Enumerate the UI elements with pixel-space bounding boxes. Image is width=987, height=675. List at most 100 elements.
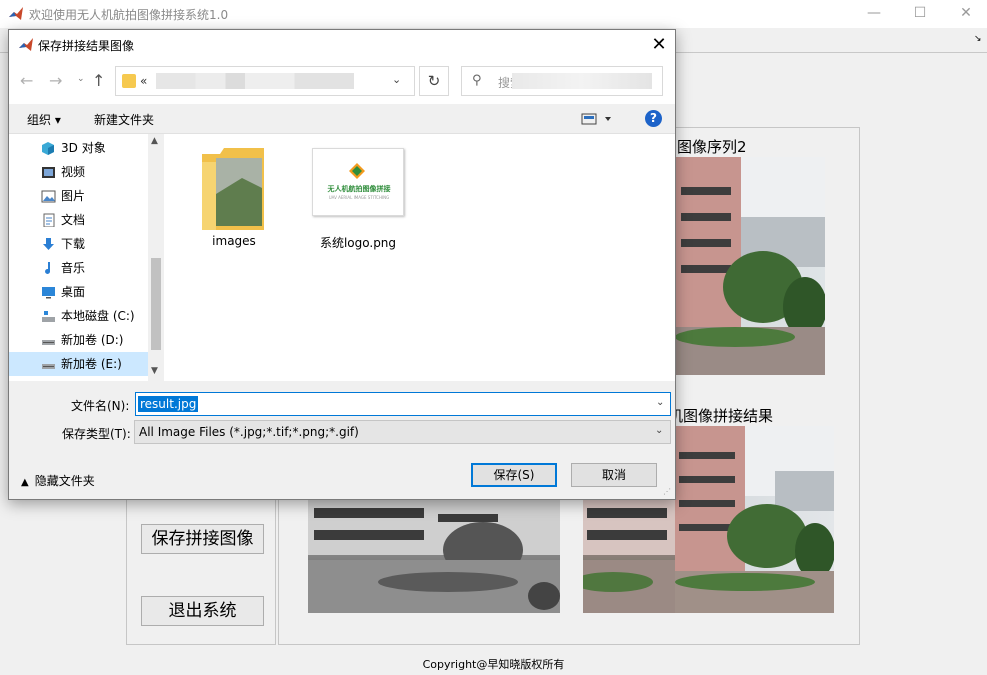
- tree-item-label: 新加卷 (D:): [61, 333, 124, 347]
- filetype-select[interactable]: All Image Files (*.jpg;*.tif;*.png;*.gif…: [134, 420, 671, 444]
- new-folder-button[interactable]: 新建文件夹: [94, 111, 154, 128]
- dialog-title: 保存拼接结果图像: [38, 39, 135, 53]
- navigation-tree: 3D 对象视频图片文档下载音乐桌面本地磁盘 (C:) 新加卷 (D:) 新加卷 (E…: [9, 134, 164, 381]
- file-list: images 无人机航拍图像拼接 UAV AERIAL IMAGE STITCH…: [164, 134, 675, 381]
- tree-item-label: 文档: [61, 213, 86, 227]
- tree-item-label: 视频: [61, 165, 86, 179]
- tree-item-label: 本地磁盘 (C:): [61, 309, 135, 323]
- document-icon: [43, 213, 55, 227]
- tree-item[interactable]: 新加卷 (D:): [9, 328, 148, 352]
- copyright-text: Copyright@早知晓版权所有: [422, 658, 565, 671]
- matlab-icon: [9, 7, 23, 20]
- command-bar: 组织 ▾ 新建文件夹 ?: [9, 104, 675, 134]
- file-item-logo[interactable]: 无人机航拍图像拼接 UAV AERIAL IMAGE STITCHING 系统l…: [302, 148, 422, 250]
- search-icon: ⚲: [472, 73, 482, 88]
- save-dialog: 保存拼接结果图像 ✕ ← → ⌄ ↑ « ⌄ ↻ ⚲ 搜索 组织 ▾ 新建文件夹…: [8, 29, 676, 500]
- save-stitched-image-button[interactable]: 保存拼接图像: [141, 524, 264, 554]
- tree-item[interactable]: 本地磁盘 (C:): [9, 304, 148, 328]
- matlab-icon: [19, 38, 33, 51]
- app-titlebar: 欢迎使用无人机航拍图像拼接系统1.0 — ☐ ✕: [0, 0, 987, 28]
- scroll-thumb[interactable]: [151, 258, 161, 350]
- picture-icon: [41, 190, 56, 203]
- chevron-up-icon: ▲: [21, 477, 29, 488]
- folder-icon: [202, 148, 264, 230]
- tree-item[interactable]: 桌面: [9, 280, 148, 304]
- logo-icon: [349, 163, 365, 179]
- tree-item[interactable]: 新加卷 (E:): [9, 352, 148, 376]
- app-title: 欢迎使用无人机航拍图像拼接系统1.0: [29, 8, 229, 22]
- chevron-down-icon[interactable]: ⌄: [392, 73, 401, 86]
- image-seq2-photo: [675, 157, 825, 375]
- color-photo-bottom: [583, 500, 675, 613]
- tree-item-label: 图片: [61, 189, 86, 203]
- tree-item-label: 3D 对象: [61, 141, 106, 155]
- image-thumbnail: 无人机航拍图像拼接 UAV AERIAL IMAGE STITCHING: [312, 148, 404, 216]
- view-options-icon[interactable]: [581, 112, 615, 126]
- maximize-button[interactable]: ☐: [897, 0, 943, 28]
- drive-icon: [42, 340, 55, 345]
- filename-label: 文件名(N):: [71, 399, 130, 413]
- tree-item-label: 新加卷 (E:): [61, 357, 122, 371]
- dialog-close-button[interactable]: ✕: [643, 32, 675, 58]
- dialog-titlebar: 保存拼接结果图像 ✕: [9, 30, 675, 60]
- tree-scrollbar[interactable]: ▲ ▼: [148, 134, 164, 381]
- tree-item[interactable]: 图片: [9, 184, 148, 208]
- save-button[interactable]: 保存(S): [471, 463, 557, 487]
- hide-folders-label: 隐藏文件夹: [34, 474, 95, 488]
- stitch-result-title: 机图像拼接结果: [668, 407, 774, 425]
- tree-item[interactable]: 视频: [9, 160, 148, 184]
- tree-item[interactable]: 音乐: [9, 256, 148, 280]
- chevron-down-icon[interactable]: ⌄: [656, 397, 664, 408]
- tree-item-label: 下载: [61, 237, 86, 251]
- close-button[interactable]: ✕: [943, 0, 987, 28]
- tree-item[interactable]: 3D 对象: [9, 136, 148, 160]
- scroll-down-icon[interactable]: ▼: [151, 366, 158, 376]
- back-button[interactable]: ←: [20, 71, 33, 90]
- filename-field[interactable]: result.jpg ⌄: [135, 392, 671, 416]
- folder-name: images: [212, 234, 256, 248]
- logo-text: 无人机航拍图像拼接: [327, 185, 391, 193]
- desktop-icon: [42, 287, 55, 299]
- refresh-button[interactable]: ↻: [419, 66, 449, 96]
- search-input[interactable]: ⚲ 搜索: [461, 66, 663, 96]
- tree-item-label: 音乐: [61, 261, 86, 275]
- navigation-bar: ← → ⌄ ↑ « ⌄ ↻ ⚲ 搜索: [9, 60, 675, 104]
- filename-value[interactable]: result.jpg: [138, 396, 199, 412]
- file-fields: 文件名(N): result.jpg ⌄ 保存类型(T): All Image …: [9, 381, 675, 499]
- forward-button[interactable]: →: [49, 71, 62, 90]
- recent-locations-icon[interactable]: ⌄: [77, 74, 85, 84]
- organize-menu-button[interactable]: 组织 ▾: [27, 111, 61, 128]
- scroll-up-icon[interactable]: ▲: [151, 136, 158, 146]
- music-icon: [45, 262, 51, 274]
- blurred-search-text: [512, 73, 652, 89]
- exit-system-button[interactable]: 退出系统: [141, 596, 264, 626]
- image-seq2-title: 图像序列2: [677, 138, 747, 156]
- drive-icon: [42, 364, 55, 369]
- chevron-down-icon[interactable]: ⌄: [655, 425, 663, 436]
- filetype-value: All Image Files (*.jpg;*.tif;*.png;*.gif…: [139, 425, 359, 439]
- up-folder-button[interactable]: ↑: [92, 71, 105, 90]
- hide-folders-toggle[interactable]: ▲ 隐藏文件夹: [21, 472, 95, 489]
- folder-icon: [122, 74, 136, 88]
- toolbar-expand-icon[interactable]: ↘: [974, 34, 982, 44]
- tree-item[interactable]: 文档: [9, 208, 148, 232]
- folder-item-images[interactable]: images: [184, 148, 284, 248]
- download-icon: [43, 238, 54, 250]
- grayscale-photo: [308, 500, 560, 613]
- help-icon[interactable]: ?: [645, 110, 662, 127]
- blurred-path: [156, 73, 354, 89]
- path-overflow-icon[interactable]: «: [140, 74, 147, 88]
- tree-item[interactable]: 下载: [9, 232, 148, 256]
- file-name: 系统logo.png: [319, 236, 397, 250]
- cancel-button[interactable]: 取消: [571, 463, 657, 487]
- minimize-button[interactable]: —: [851, 0, 897, 28]
- resize-grip-icon[interactable]: ⋰: [663, 487, 671, 496]
- cube-3d-icon: [42, 142, 54, 155]
- address-bar[interactable]: « ⌄: [115, 66, 415, 96]
- video-icon: [42, 167, 55, 178]
- stitch-result-photo: [675, 426, 834, 613]
- filetype-label: 保存类型(T):: [62, 427, 131, 441]
- system-drive-icon: [42, 311, 55, 322]
- tree-item-label: 桌面: [61, 285, 86, 299]
- logo-subtext: UAV AERIAL IMAGE STITCHING: [328, 195, 390, 200]
